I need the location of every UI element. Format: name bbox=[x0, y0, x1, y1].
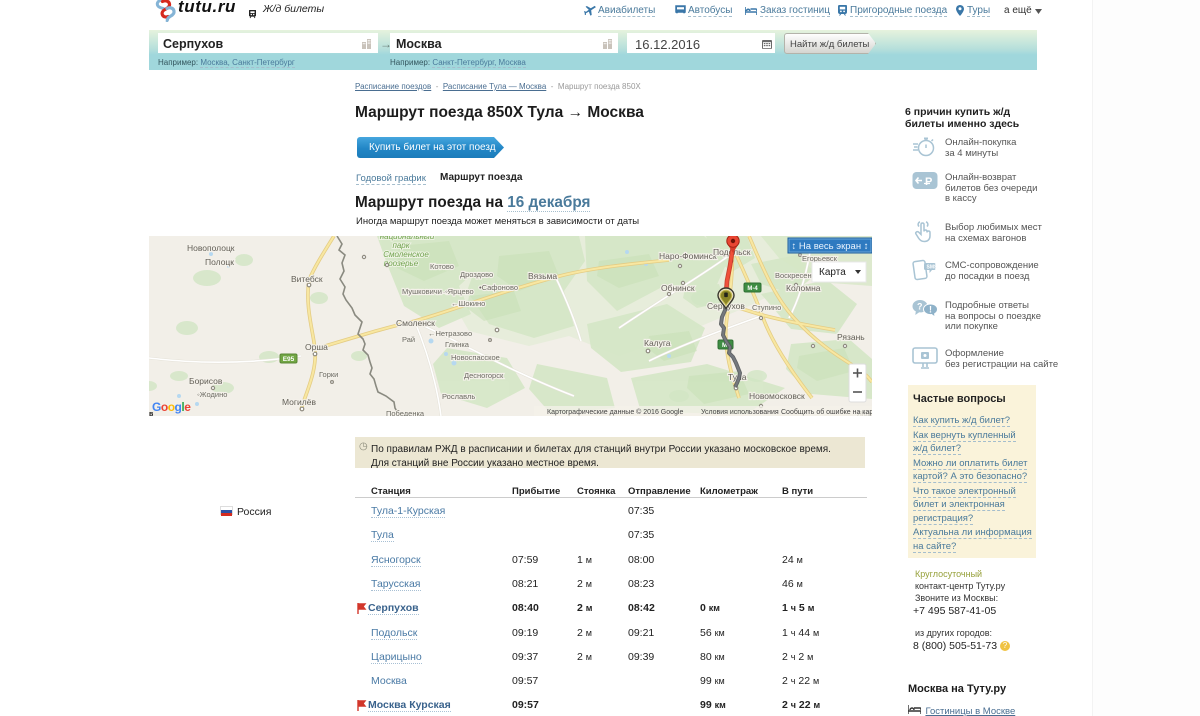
svg-text:Десногорск: Десногорск bbox=[464, 371, 504, 380]
svg-text:М-4: М-4 bbox=[747, 286, 758, 292]
svg-text:Смоленск: Смоленск bbox=[396, 318, 435, 328]
svg-text:Витебск: Витебск bbox=[291, 274, 323, 284]
svg-text:Сообщить об ошибке на карте: Сообщить об ошибке на карте bbox=[781, 408, 872, 416]
svg-text:Новоспасское: Новоспасское bbox=[451, 353, 500, 362]
svg-text:Дроздово: Дроздово bbox=[460, 270, 493, 279]
svg-text:поозерье: поозерье bbox=[384, 259, 419, 268]
svg-text:Победенка: Победенка bbox=[386, 409, 425, 416]
svg-text:Рай: Рай bbox=[402, 335, 415, 344]
svg-text:←Нетразово: ←Нетразово bbox=[428, 329, 472, 338]
svg-text:Калуга: Калуга bbox=[644, 338, 671, 348]
svg-text:Котово: Котово bbox=[430, 262, 454, 271]
svg-text:•Сафоново: •Сафоново bbox=[479, 283, 518, 292]
svg-text:парк: парк bbox=[392, 241, 410, 250]
svg-text:Мушковичи→: Мушковичи→ bbox=[402, 287, 449, 296]
svg-text:Орша: Орша bbox=[305, 342, 328, 352]
svg-text:Google: Google bbox=[152, 400, 191, 414]
svg-text:!: ! bbox=[929, 305, 932, 315]
svg-text:Могилёв: Могилёв bbox=[282, 397, 316, 407]
svg-text:Смоленское: Смоленское bbox=[383, 250, 429, 259]
svg-text:◦Ярцево: ◦Ярцево bbox=[445, 287, 474, 296]
svg-text:Картографические данные © 2016: Картографические данные © 2016 Google bbox=[547, 408, 683, 416]
svg-text:SMS: SMS bbox=[927, 265, 937, 271]
svg-text:Новомосковск: Новомосковск bbox=[749, 391, 805, 401]
svg-text:Воскресен: Воскресен bbox=[775, 271, 812, 280]
svg-text:Коломна: Коломна bbox=[786, 283, 821, 293]
svg-text:Новополоцк: Новополоцк bbox=[187, 243, 235, 253]
svg-text:Горки: Горки bbox=[319, 370, 338, 379]
svg-text:Карта: Карта bbox=[819, 267, 846, 278]
svg-text:Глинка: Глинка bbox=[445, 340, 470, 349]
svg-text:Вязьма: Вязьма bbox=[528, 271, 557, 281]
svg-text:Ступино: Ступино bbox=[752, 303, 781, 312]
svg-text:?: ? bbox=[917, 302, 923, 312]
svg-text:↕ На весь экран ↕: ↕ На весь экран ↕ bbox=[792, 241, 869, 252]
svg-text:Обнинск: Обнинск bbox=[661, 283, 695, 293]
svg-text:Рославль: Рославль bbox=[442, 392, 475, 401]
svg-text:в: в bbox=[149, 411, 154, 416]
svg-text:←Шокино: ←Шокино bbox=[451, 299, 485, 308]
svg-text:Условия использования: Условия использования bbox=[701, 409, 779, 416]
svg-text:Р: Р bbox=[925, 176, 932, 188]
svg-text:Полоцк: Полоцк bbox=[205, 257, 234, 267]
svg-text:Борисов: Борисов bbox=[189, 376, 223, 386]
svg-text:Рязань: Рязань bbox=[837, 332, 865, 342]
svg-text:◦Жодино: ◦Жодино bbox=[197, 390, 227, 399]
svg-text:Наро-Фоминск: Наро-Фоминск bbox=[659, 251, 717, 261]
svg-text:E95: E95 bbox=[283, 356, 295, 363]
